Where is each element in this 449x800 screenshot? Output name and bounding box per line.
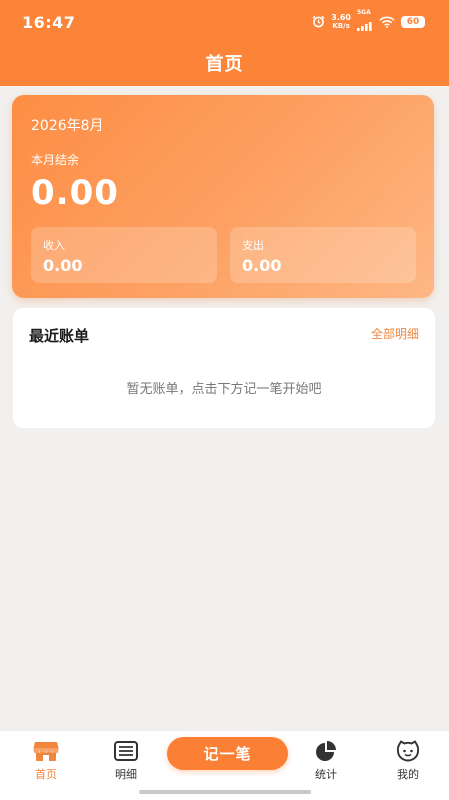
recent-bills-title: 最近账单 xyxy=(29,327,90,345)
store-icon xyxy=(33,739,59,763)
status-bar: 16:47 3.60 KB/s 5GA 60 xyxy=(0,0,449,44)
header-bar: 16:47 3.60 KB/s 5GA 60 首页 xyxy=(0,0,449,86)
tab-mine[interactable]: 我的 xyxy=(378,739,438,785)
expense-box: 支出 0.00 xyxy=(230,227,416,283)
tab-stats[interactable]: 统计 xyxy=(296,739,356,785)
income-box: 收入 0.00 xyxy=(31,227,217,283)
expense-label: 支出 xyxy=(242,239,264,252)
tab-home[interactable]: 首页 xyxy=(16,739,76,785)
balance-label: 本月结余 xyxy=(31,153,80,167)
tab-home-label: 首页 xyxy=(35,768,57,781)
alarm-icon xyxy=(312,13,325,32)
record-entry-button[interactable]: 记一笔 xyxy=(167,737,288,770)
income-label: 收入 xyxy=(43,239,65,252)
smiley-face-icon xyxy=(395,739,421,763)
expense-value: 0.00 xyxy=(242,256,282,275)
empty-state-text: 暂无账单，点击下方记一笔开始吧 xyxy=(126,382,322,397)
status-icons: 3.60 KB/s 5GA 60 xyxy=(312,9,425,35)
page-title: 首页 xyxy=(205,54,244,75)
net-speed-value: 3.60 xyxy=(331,13,351,22)
view-all-details-link[interactable]: 全部明细 xyxy=(371,325,419,342)
monthly-summary-card: 2026年8月 本月结余 0.00 收入 0.00 支出 0.00 xyxy=(12,95,434,298)
net-speed-unit: KB/s xyxy=(332,22,350,30)
tab-stats-label: 统计 xyxy=(315,768,337,781)
home-indicator[interactable] xyxy=(139,790,311,794)
net-speed: 3.60 KB/s xyxy=(331,13,351,31)
income-value: 0.00 xyxy=(43,256,83,275)
status-time: 16:47 xyxy=(22,12,76,32)
signal-icon xyxy=(357,16,373,35)
tab-mine-label: 我的 xyxy=(397,768,419,781)
recent-bills-card: 最近账单 全部明细 暂无账单，点击下方记一笔开始吧 xyxy=(13,308,435,428)
month-label: 2026年8月 xyxy=(31,118,104,134)
list-icon xyxy=(113,739,139,763)
wifi-icon xyxy=(379,13,395,32)
tab-detail[interactable]: 明细 xyxy=(96,739,156,785)
signal-group: 5GA xyxy=(357,9,373,35)
tab-detail-label: 明细 xyxy=(115,768,137,781)
pie-chart-icon xyxy=(313,739,339,763)
balance-value: 0.00 xyxy=(31,173,119,213)
battery-icon: 60 xyxy=(401,16,425,28)
